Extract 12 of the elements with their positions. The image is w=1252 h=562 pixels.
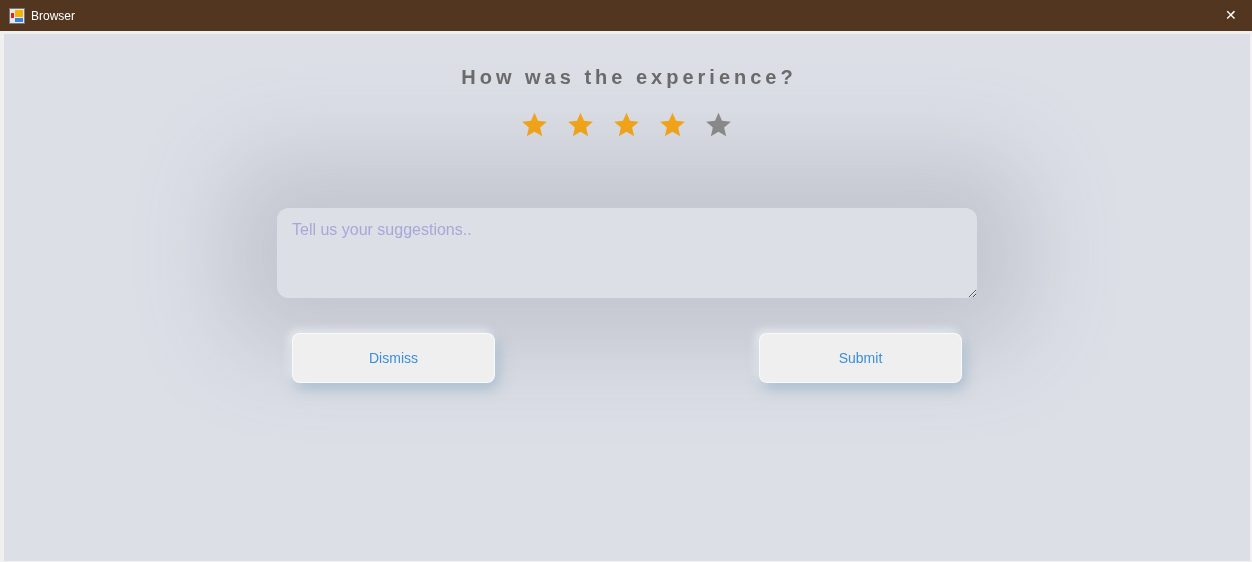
star-icon[interactable] [520,112,548,138]
dismiss-button[interactable]: Dismiss [292,333,495,383]
close-button[interactable]: ✕ [1219,3,1243,28]
star-icon[interactable] [704,112,732,138]
star-icon[interactable] [566,112,594,138]
app-icon [9,7,25,24]
star-icon[interactable] [658,112,686,138]
star-rating[interactable] [520,112,732,138]
submit-button[interactable]: Submit [759,333,962,383]
window-title: Browser [31,7,75,25]
heading: How was the experience? [460,65,797,90]
star-icon[interactable] [612,112,640,138]
